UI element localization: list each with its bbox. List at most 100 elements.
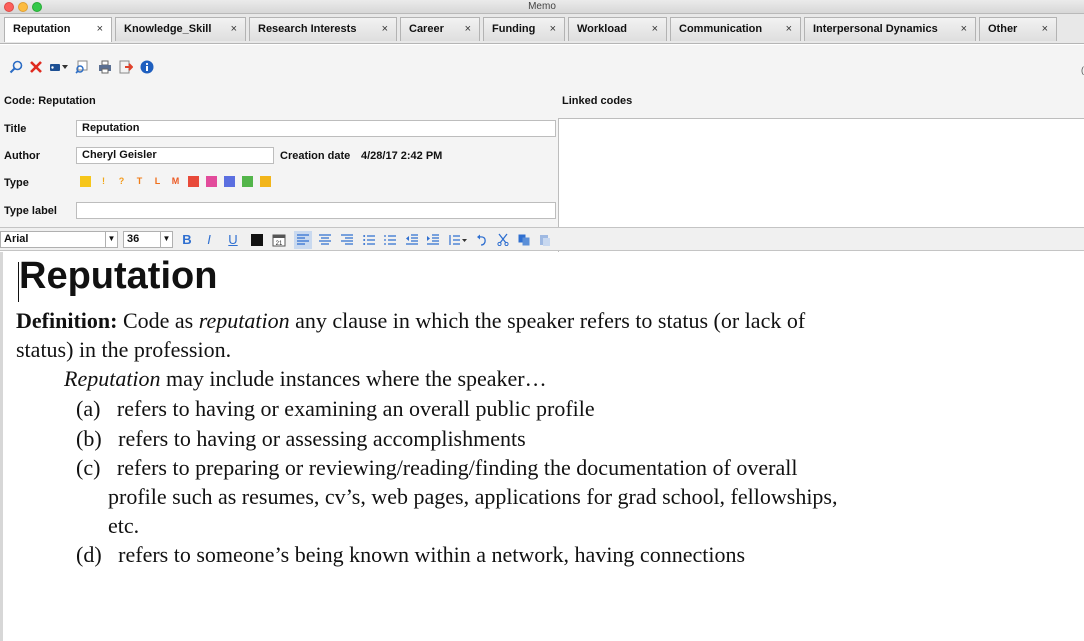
list-item-c: (c) refers to preparing or reviewing/rea… — [76, 455, 797, 481]
intro-text: may include instances where the speaker… — [166, 366, 547, 391]
tab-other[interactable]: Other × — [979, 17, 1057, 41]
numbered-list-icon[interactable] — [381, 231, 399, 249]
insert-date-icon[interactable]: 21 — [270, 231, 288, 249]
font-family-value: Arial — [4, 233, 29, 245]
list-item-c-line-3: etc. — [108, 513, 140, 538]
tab-communication[interactable]: Communication × — [670, 17, 801, 41]
type-label-label: Type label — [4, 205, 57, 217]
align-right-icon[interactable] — [338, 231, 356, 249]
tab-close-icon[interactable]: × — [961, 18, 967, 40]
list-item-text: refers to preparing or reviewing/reading… — [116, 455, 798, 480]
tab-label: Knowledge_Skill — [124, 23, 212, 35]
memo-heading: Reputation — [19, 255, 218, 297]
creation-date-value: 4/28/17 2:42 PM — [361, 150, 443, 162]
font-size-value: 36 — [127, 233, 140, 245]
outdent-icon[interactable] — [403, 231, 421, 249]
author-label: Author — [4, 150, 41, 162]
tab-close-icon[interactable]: × — [231, 18, 237, 40]
tab-label: Workload — [577, 23, 627, 35]
indent-icon[interactable] — [424, 231, 442, 249]
creation-date-label: Creation date — [280, 150, 351, 162]
intro-italic-term: Reputation — [64, 366, 161, 391]
tab-label: Career — [409, 23, 444, 35]
type-swatch-9[interactable] — [224, 176, 235, 187]
list-marker: (b) — [76, 426, 102, 451]
undo-icon[interactable] — [473, 231, 491, 249]
tab-research-interests[interactable]: Research Interests × — [249, 17, 397, 41]
svg-text:21: 21 — [276, 241, 283, 247]
definition-line-2: status) in the profession. — [16, 337, 232, 362]
list-item-c-line-2: profile such as resumes, cv’s, web pages… — [108, 484, 838, 509]
search-icon[interactable] — [8, 59, 24, 75]
code-tab-bar: Reputation × Knowledge_Skill × Research … — [0, 14, 1084, 44]
italic-button[interactable]: I — [200, 231, 218, 249]
tab-label: Funding — [492, 23, 536, 35]
tab-close-icon[interactable]: × — [97, 18, 103, 40]
author-field[interactable]: Cheryl Geisler — [76, 147, 274, 164]
chevron-down-icon: ▼ — [105, 231, 117, 248]
tab-label: Other — [988, 23, 1018, 35]
print-icon[interactable] — [97, 59, 113, 75]
type-swatch-2[interactable]: ! — [98, 176, 109, 187]
definition-text-1: Code as — [122, 308, 194, 333]
definition-italic-term: reputation — [198, 308, 290, 333]
font-size-select[interactable]: 36 ▼ — [123, 231, 173, 248]
delete-icon[interactable] — [28, 59, 44, 75]
list-item-a: (a) refers to having or examining an ove… — [76, 396, 595, 422]
text-color-icon[interactable] — [248, 231, 266, 249]
align-left-icon[interactable] — [294, 231, 312, 249]
memo-editor[interactable]: Reputation Definition: Code as reputatio… — [0, 252, 1084, 641]
tab-close-icon[interactable]: × — [1042, 18, 1048, 40]
memo-toolbar: ( — [0, 45, 1084, 87]
bold-button[interactable]: B — [178, 231, 196, 249]
underline-button[interactable]: U — [224, 231, 242, 249]
memo-header-form: Code: Reputation Linked codes Title Repu… — [0, 87, 1084, 261]
chevron-down-icon: ▼ — [160, 231, 172, 248]
font-family-select[interactable]: Arial ▼ — [0, 231, 118, 248]
type-swatch-8[interactable] — [206, 176, 217, 187]
type-label-field[interactable] — [76, 202, 556, 219]
definition-label: Definition: — [16, 308, 118, 333]
tab-close-icon[interactable]: × — [786, 18, 792, 40]
tab-label: Communication — [679, 23, 763, 35]
tab-workload[interactable]: Workload × — [568, 17, 667, 41]
code-label: Code: Reputation — [4, 95, 96, 107]
type-swatch-11[interactable] — [260, 176, 271, 187]
type-swatch-4[interactable]: T — [134, 176, 145, 187]
bullet-list-icon[interactable] — [360, 231, 378, 249]
title-label: Title — [4, 123, 27, 135]
line-spacing-icon[interactable] — [447, 231, 469, 249]
type-swatch-5[interactable]: L — [152, 176, 163, 187]
print-preview-icon[interactable] — [74, 59, 90, 75]
tab-funding[interactable]: Funding × — [483, 17, 565, 41]
definition-text-2: any clause in which the speaker refers t… — [295, 308, 806, 333]
list-marker: (d) — [76, 542, 102, 567]
type-swatch-10[interactable] — [242, 176, 253, 187]
window-title: Memo — [528, 1, 556, 12]
tab-close-icon[interactable]: × — [465, 18, 471, 40]
cut-icon[interactable] — [494, 231, 512, 249]
tab-knowledge-skill[interactable]: Knowledge_Skill × — [115, 17, 246, 41]
copy-icon[interactable] — [515, 231, 533, 249]
title-field[interactable]: Reputation — [76, 120, 556, 137]
tab-career[interactable]: Career × — [400, 17, 480, 41]
tab-label: Interpersonal Dynamics — [813, 23, 938, 35]
type-swatch-7[interactable] — [188, 176, 199, 187]
type-swatch-3[interactable]: ? — [116, 176, 127, 187]
window-titlebar: Memo — [0, 0, 1084, 14]
export-icon[interactable] — [118, 59, 134, 75]
tab-close-icon[interactable]: × — [550, 18, 556, 40]
align-center-icon[interactable] — [316, 231, 334, 249]
list-item-text: refers to having or assessing accomplish… — [118, 426, 526, 451]
tab-close-icon[interactable]: × — [382, 18, 388, 40]
paste-icon[interactable] — [536, 231, 554, 249]
tag-dropdown-icon[interactable] — [49, 59, 69, 75]
linked-codes-label: Linked codes — [562, 95, 633, 107]
type-swatch-6[interactable]: M — [170, 176, 181, 187]
type-swatch-1[interactable] — [80, 176, 91, 187]
info-icon[interactable] — [139, 59, 155, 75]
tab-reputation[interactable]: Reputation × — [4, 17, 112, 42]
tab-interpersonal-dynamics[interactable]: Interpersonal Dynamics × — [804, 17, 976, 41]
tab-close-icon[interactable]: × — [652, 18, 658, 40]
list-item-text: refers to someone’s being known within a… — [118, 542, 746, 567]
